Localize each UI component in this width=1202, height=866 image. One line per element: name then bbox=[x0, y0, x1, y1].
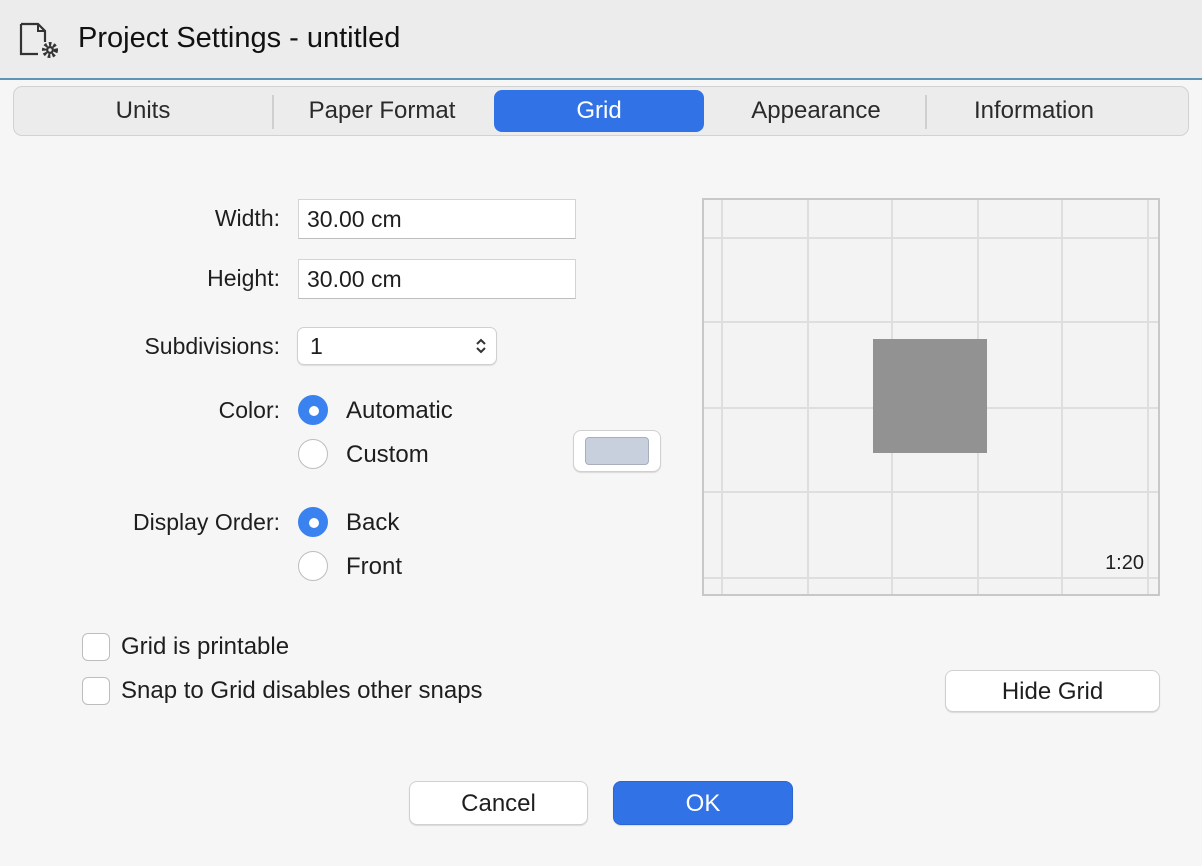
tab-paper-format[interactable]: Paper Format bbox=[274, 87, 490, 135]
cancel-button[interactable]: Cancel bbox=[409, 781, 588, 825]
color-automatic-label: Automatic bbox=[346, 397, 453, 424]
window-title: Project Settings - untitled bbox=[78, 22, 401, 54]
snap-disables-label: Snap to Grid disables other snaps bbox=[121, 677, 483, 704]
grid-printable-label: Grid is printable bbox=[121, 633, 290, 660]
chevron-up-down-icon bbox=[476, 338, 486, 354]
hide-grid-button[interactable]: Hide Grid bbox=[945, 670, 1160, 712]
grid-printable-checkbox[interactable] bbox=[82, 633, 110, 661]
color-label: Color: bbox=[218, 397, 280, 423]
display-order-label: Display Order: bbox=[133, 509, 280, 535]
preview-scale: 1:20 bbox=[1105, 552, 1144, 574]
tab-grid[interactable]: Grid bbox=[494, 90, 704, 132]
color-custom-radio[interactable] bbox=[298, 439, 328, 469]
tab-appearance[interactable]: Appearance bbox=[708, 87, 924, 135]
height-input[interactable]: 30.00 cm bbox=[298, 259, 576, 299]
grid-lines bbox=[704, 200, 1158, 594]
subdivisions-select[interactable]: 1 bbox=[297, 327, 497, 365]
document-gear-icon bbox=[19, 22, 58, 58]
title-bar: Project Settings - untitled bbox=[0, 0, 1202, 80]
color-custom-label: Custom bbox=[346, 441, 429, 468]
height-label: Height: bbox=[207, 265, 280, 291]
subdivisions-value: 1 bbox=[310, 333, 323, 359]
order-front-label: Front bbox=[346, 553, 403, 580]
subdivisions-label: Subdivisions: bbox=[144, 333, 280, 359]
grid-preview: 1:20 bbox=[702, 198, 1160, 596]
snap-disables-checkbox[interactable] bbox=[82, 677, 110, 705]
tab-units[interactable]: Units bbox=[14, 87, 272, 135]
preview-object bbox=[873, 339, 987, 453]
color-automatic-radio[interactable] bbox=[298, 395, 328, 425]
tab-information[interactable]: Information bbox=[927, 87, 1141, 135]
color-swatch bbox=[585, 437, 649, 465]
width-input[interactable]: 30.00 cm bbox=[298, 199, 576, 239]
tab-bar: Units Paper Format Grid Appearance Infor… bbox=[13, 86, 1189, 136]
order-front-radio[interactable] bbox=[298, 551, 328, 581]
order-back-label: Back bbox=[346, 509, 400, 536]
custom-color-well[interactable] bbox=[573, 430, 661, 472]
width-label: Width: bbox=[214, 205, 280, 231]
ok-button[interactable]: OK bbox=[613, 781, 793, 825]
order-back-radio[interactable] bbox=[298, 507, 328, 537]
